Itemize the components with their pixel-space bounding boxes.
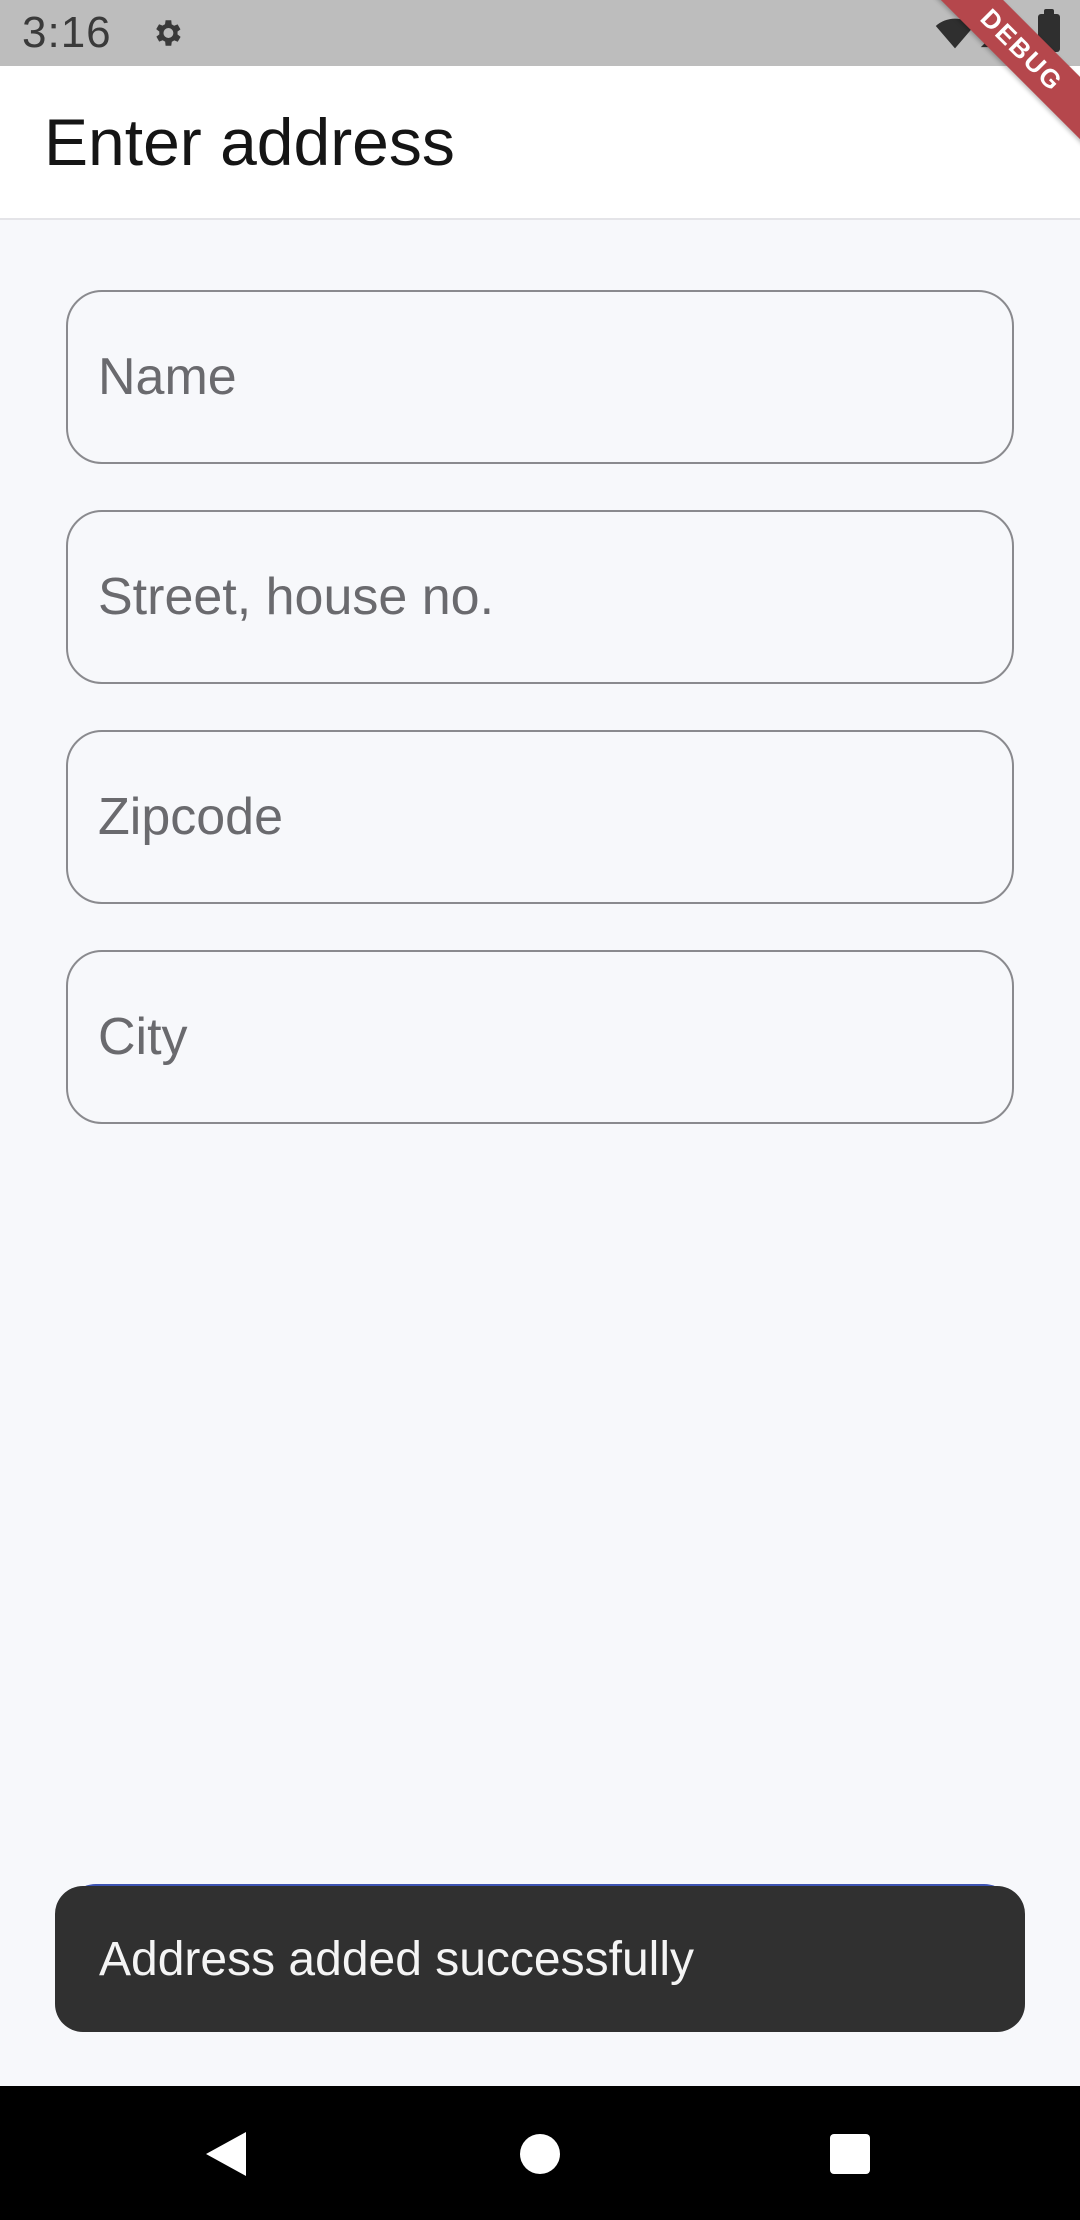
name-field[interactable] [66,290,1014,464]
back-icon[interactable] [206,2132,246,2176]
street-field[interactable] [66,510,1014,684]
gear-icon [156,20,181,46]
page-title: Enter address [44,105,455,179]
recents-icon[interactable] [830,2134,870,2174]
snackbar-message: Address added successfully [99,1933,694,1986]
city-input[interactable] [98,952,978,1122]
zipcode-field[interactable] [66,730,1014,904]
name-input[interactable] [98,292,978,462]
city-field[interactable] [66,950,1014,1124]
snackbar: Address added successfully [55,1886,1025,2032]
status-time: 3:16 [22,8,112,57]
street-input[interactable] [98,512,978,682]
status-bar: 3:16 [0,0,1080,66]
home-icon[interactable] [520,2134,560,2174]
app-bar: Enter address [0,66,1080,220]
screen: 3:16 DEBUG Enter address Address added s… [0,0,1080,2220]
navigation-bar [0,2086,1080,2220]
zipcode-input[interactable] [98,732,978,902]
